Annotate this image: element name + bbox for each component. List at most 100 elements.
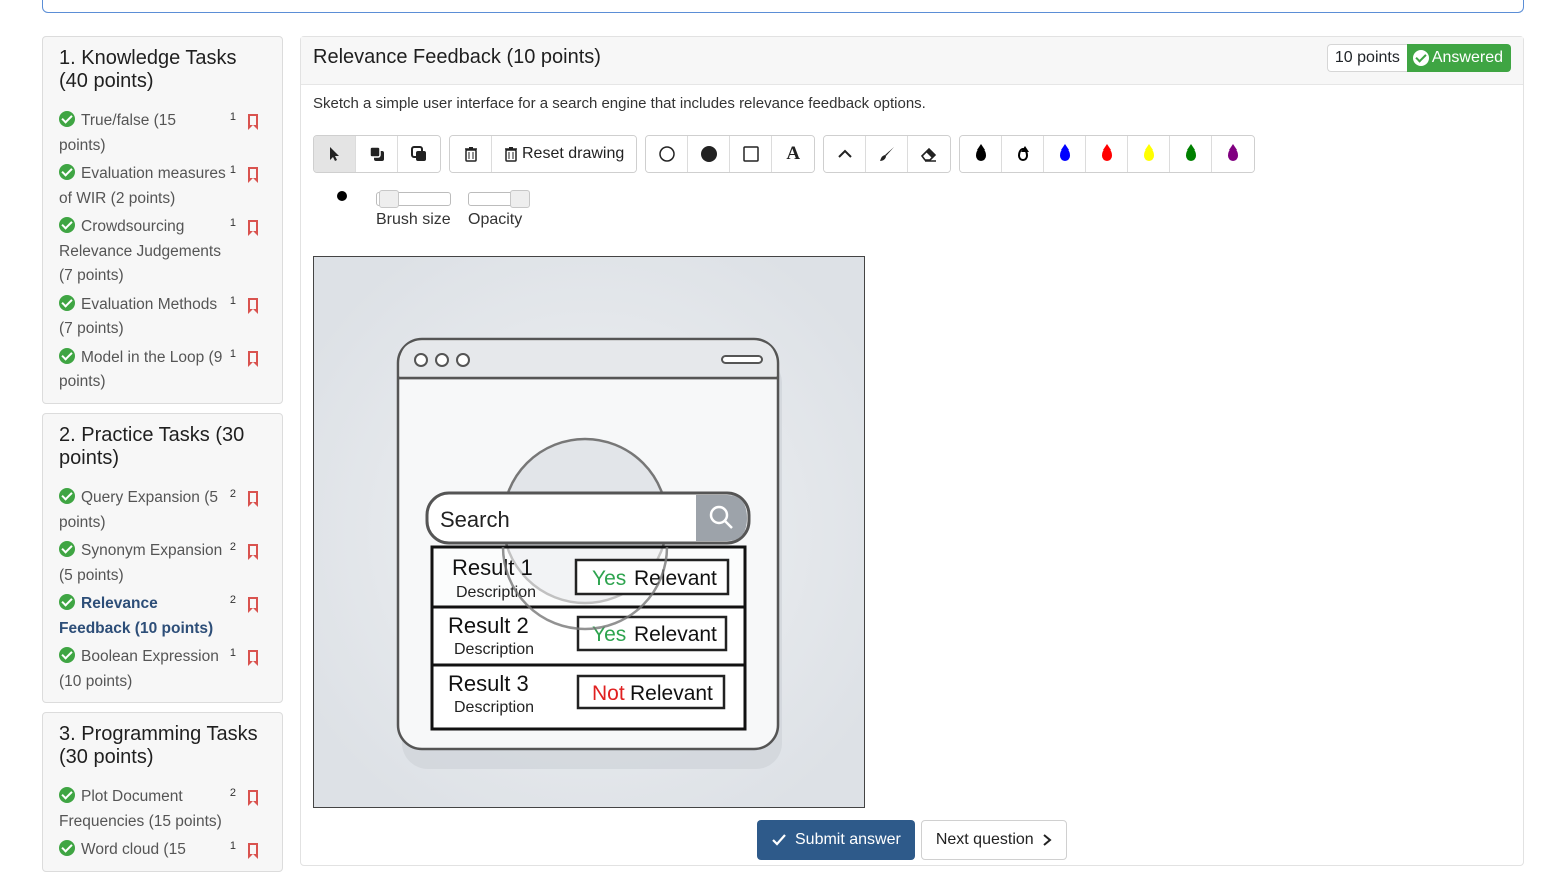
bookmark-icon[interactable] <box>248 297 258 314</box>
color-drop-icon <box>1101 143 1112 161</box>
check-icon <box>59 594 75 610</box>
reset-drawing-button[interactable]: Reset drawing <box>492 136 637 172</box>
item-points: 2 <box>229 488 236 500</box>
opacity-label: Opacity <box>468 211 523 228</box>
sidebar-item-plot-document-frequencies[interactable]: Plot Document Frequencies (15 points) 2 <box>59 785 270 834</box>
color-white-button[interactable] <box>1002 136 1045 172</box>
color-red-button[interactable] <box>1086 136 1129 172</box>
eraser-tool[interactable] <box>908 136 951 172</box>
bring-forward-button[interactable] <box>356 136 398 172</box>
result-mark: Yes <box>592 567 626 590</box>
tool-group-draw <box>823 135 952 173</box>
caret-line-icon <box>838 149 852 158</box>
color-purple-button[interactable] <box>1212 136 1255 172</box>
sidebar-section-knowledge: 1. Knowledge Tasks (40 points) True/fals… <box>42 36 283 404</box>
bookmark-icon[interactable] <box>248 114 258 130</box>
result-relevant: Relevant <box>634 567 717 590</box>
rectangle-tool[interactable] <box>730 136 773 172</box>
bookmark-icon[interactable] <box>248 790 258 806</box>
brush-size-slider[interactable] <box>376 190 451 208</box>
result-title: Result 1 <box>452 555 533 580</box>
color-drop-icon <box>1017 145 1029 161</box>
item-label: Plot Document Frequencies (15 points) <box>59 788 222 830</box>
result-relevant: Relevant <box>630 682 713 705</box>
bookmark-icon[interactable] <box>248 843 258 859</box>
check-icon <box>59 111 75 127</box>
check-icon <box>59 488 75 504</box>
drawing-canvas[interactable]: Search Result 1 Description Yes Relevant… <box>313 256 865 808</box>
circle-outline-icon <box>659 146 675 162</box>
sidebar-item-crowdsourcing[interactable]: Crowdsourcing Relevance Judgements (7 po… <box>59 215 270 289</box>
checkmark-icon <box>772 834 786 846</box>
color-blue-button[interactable] <box>1044 136 1087 172</box>
tool-group-shapes: A <box>645 135 816 173</box>
section-title: 2. Practice Tasks (30 points) <box>59 424 245 469</box>
bookmark-icon[interactable] <box>248 597 258 613</box>
answered-badge: Answered <box>1406 44 1511 72</box>
brush-tool[interactable] <box>866 136 909 172</box>
item-label: Evaluation measures of WIR (2 points) <box>59 165 226 207</box>
sidebar-item-true-false[interactable]: True/false (15 points) 1 <box>59 109 270 158</box>
bookmark-icon[interactable] <box>248 167 258 183</box>
bookmark-icon[interactable] <box>248 544 258 560</box>
item-points: 2 <box>229 594 236 606</box>
slider-handle[interactable] <box>379 190 399 208</box>
color-yellow-button[interactable] <box>1128 136 1171 172</box>
sidebar-item-evaluation-methods[interactable]: Evaluation Methods (7 points) 1 <box>59 293 270 342</box>
cursor-arrow-icon <box>329 147 339 161</box>
check-icon <box>59 787 75 803</box>
question-card: Relevance Feedback (10 points) 10 points… <box>300 36 1524 866</box>
eraser-icon <box>921 147 937 162</box>
color-black-button[interactable] <box>960 136 1003 172</box>
item-points: 1 <box>229 217 236 229</box>
sketch-search-placeholder: Search <box>440 507 510 532</box>
item-points: 1 <box>229 840 236 852</box>
opacity-slider[interactable] <box>468 190 530 208</box>
item-points: 1 <box>229 111 236 123</box>
sidebar-item-evaluation-measures[interactable]: Evaluation measures of WIR (2 points) 1 <box>59 162 270 211</box>
brush-preview-dot <box>337 191 347 201</box>
result-title: Result 3 <box>448 671 529 696</box>
bookmark-icon[interactable] <box>248 350 258 367</box>
circle-filled-tool[interactable] <box>688 136 731 172</box>
item-points: 2 <box>229 541 236 553</box>
text-tool[interactable]: A <box>772 136 815 172</box>
circle-outline-tool[interactable] <box>646 136 689 172</box>
check-icon <box>59 647 75 663</box>
bookmark-icon[interactable] <box>248 491 258 507</box>
result-title: Result 2 <box>448 613 529 638</box>
bookmark-icon[interactable] <box>248 220 258 236</box>
tool-group-colors <box>959 135 1256 173</box>
submit-answer-button[interactable]: Submit answer <box>757 820 915 860</box>
check-icon <box>59 217 75 233</box>
sketch-drawing: Search Result 1 Description Yes Relevant… <box>314 257 864 807</box>
sidebar-item-query-expansion[interactable]: Query Expansion (5 points) 2 <box>59 486 270 535</box>
color-drop-icon <box>1228 143 1239 161</box>
color-green-button[interactable] <box>1170 136 1213 172</box>
item-label: Relevance Feedback (10 points) <box>59 595 214 637</box>
delete-button[interactable] <box>450 136 492 172</box>
sidebar-item-relevance-feedback[interactable]: Relevance Feedback (10 points) 2 <box>59 592 270 641</box>
next-question-button[interactable]: Next question <box>920 820 1067 860</box>
check-icon <box>59 541 75 557</box>
check-circle-icon <box>1412 50 1429 66</box>
sidebar-item-synonym-expansion[interactable]: Synonym Expansion (5 points) 2 <box>59 539 270 588</box>
slider-handle[interactable] <box>510 190 530 208</box>
sidebar-item-boolean-expression[interactable]: Boolean Expression (10 points) 1 <box>59 645 270 694</box>
item-label: Word cloud (15 <box>81 841 186 858</box>
item-points: 1 <box>229 347 236 360</box>
top-frame <box>42 0 1524 13</box>
result-mark: Not <box>592 682 625 705</box>
sidebar-item-word-cloud[interactable]: Word cloud (15 1 <box>59 838 270 863</box>
sketch-result-1: Result 1 Description Yes Relevant <box>430 545 747 609</box>
color-drop-icon <box>1059 143 1070 161</box>
item-label: Evaluation Methods (7 points) <box>59 295 218 338</box>
section-title: 1. Knowledge Tasks (40 points) <box>59 47 237 92</box>
footer-actions: Submit answer Next question <box>757 820 1067 860</box>
pointer-tool-button[interactable] <box>314 136 356 172</box>
send-backward-button[interactable] <box>398 136 440 172</box>
sidebar-item-model-in-loop[interactable]: Model in the Loop (9 points) 1 <box>59 346 270 395</box>
line-tool[interactable] <box>824 136 867 172</box>
reset-drawing-label: Reset drawing <box>522 145 625 162</box>
bookmark-icon[interactable] <box>248 650 258 666</box>
